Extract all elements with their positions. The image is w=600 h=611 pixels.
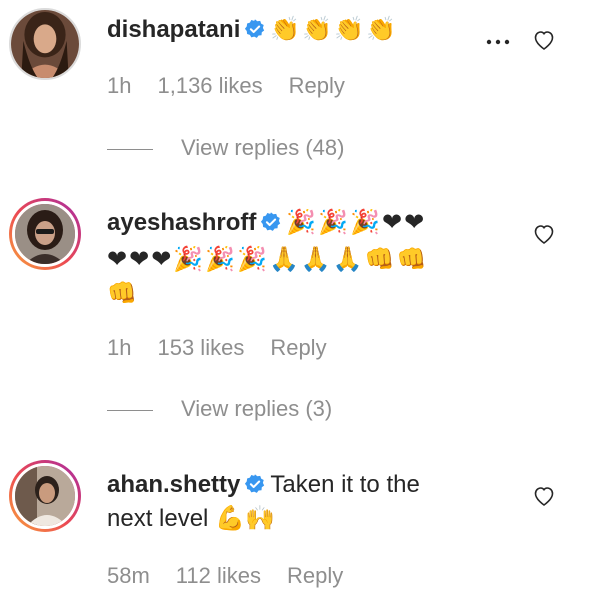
view-replies-button[interactable]: View replies (48) <box>107 135 344 161</box>
comment-meta: 1h 1,136 likes Reply <box>107 73 371 99</box>
comment-text-line-2: next level 💪🙌 <box>107 505 275 532</box>
username-link[interactable]: dishapatani <box>107 16 240 43</box>
timestamp: 1h <box>107 73 132 98</box>
comment-meta: 1h 153 likes Reply <box>107 335 353 361</box>
likes-count[interactable]: 1,136 likes <box>157 73 262 98</box>
likes-count[interactable]: 153 likes <box>157 335 244 360</box>
heart-outline-icon[interactable] <box>532 484 556 508</box>
comment-body: dishapatani 👏👏👏👏 <box>107 12 520 47</box>
comment-body: ayeshashroff 🎉🎉🎉❤❤ ❤❤❤🎉🎉🎉🙏🙏🙏👊👊 👊 <box>107 205 520 310</box>
comment-body: ahan.shetty Taken it to the next level 💪🙌 <box>107 468 520 536</box>
avatar-photo <box>12 463 78 529</box>
avatar-image-icon <box>15 466 75 526</box>
avatar[interactable] <box>9 8 81 80</box>
replies-divider <box>107 148 153 150</box>
comment-text-line-1: Taken it to the <box>270 471 420 498</box>
more-options-icon[interactable] <box>484 30 512 54</box>
comment-text-line-1: 🎉🎉🎉❤❤ <box>286 208 427 236</box>
comment-meta: 58m 112 likes Reply <box>107 563 369 589</box>
verified-badge-icon <box>260 211 282 233</box>
reply-button[interactable]: Reply <box>287 563 343 588</box>
reply-button[interactable]: Reply <box>289 73 345 98</box>
comment-text-line-3: 👊 <box>107 279 139 307</box>
verified-badge-icon <box>244 18 266 40</box>
comment-text: 👏👏👏👏 <box>270 15 398 43</box>
avatar-photo <box>12 201 78 267</box>
username-link[interactable]: ayeshashroff <box>107 209 256 236</box>
reply-button[interactable]: Reply <box>270 335 326 360</box>
view-replies-button[interactable]: View replies (3) <box>107 396 332 422</box>
avatar-image-icon <box>11 10 79 78</box>
heart-outline-icon[interactable] <box>532 28 556 52</box>
heart-outline-icon[interactable] <box>532 222 556 246</box>
replies-divider <box>107 409 153 411</box>
timestamp: 1h <box>107 335 132 360</box>
likes-count[interactable]: 112 likes <box>176 563 261 588</box>
avatar[interactable] <box>9 198 81 270</box>
avatar[interactable] <box>9 460 81 532</box>
avatar-image-icon <box>15 204 75 264</box>
view-replies-label: View replies (48) <box>181 135 345 160</box>
timestamp: 58m <box>107 563 150 588</box>
comment-text-line-2: ❤❤❤🎉🎉🎉🙏🙏🙏👊👊 <box>107 245 429 273</box>
view-replies-label: View replies (3) <box>181 396 333 421</box>
avatar-photo <box>11 10 79 78</box>
verified-badge-icon <box>244 473 266 495</box>
username-link[interactable]: ahan.shetty <box>107 471 240 498</box>
